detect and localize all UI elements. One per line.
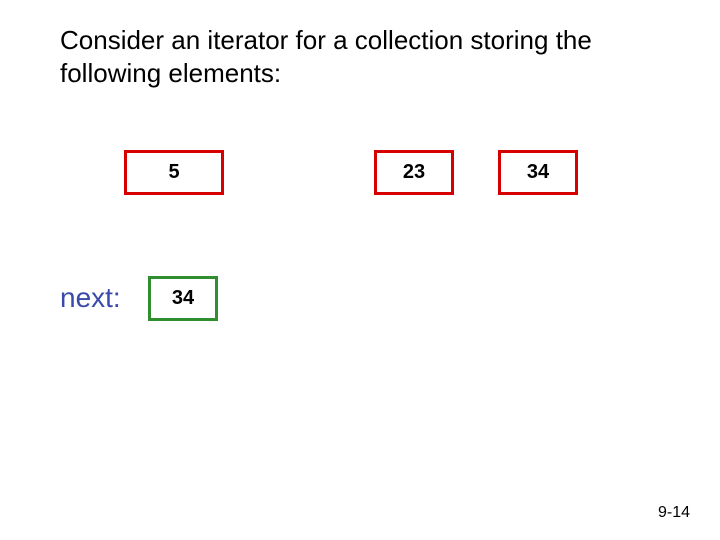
element-box-2: 34 — [498, 150, 578, 195]
next-label: next: — [60, 282, 121, 314]
page-number: 9-14 — [658, 504, 690, 522]
element-box-0: 5 — [124, 150, 224, 195]
slide-heading: Consider an iterator for a collection st… — [60, 24, 660, 89]
element-box-1: 23 — [374, 150, 454, 195]
next-value-box: 34 — [148, 276, 218, 321]
